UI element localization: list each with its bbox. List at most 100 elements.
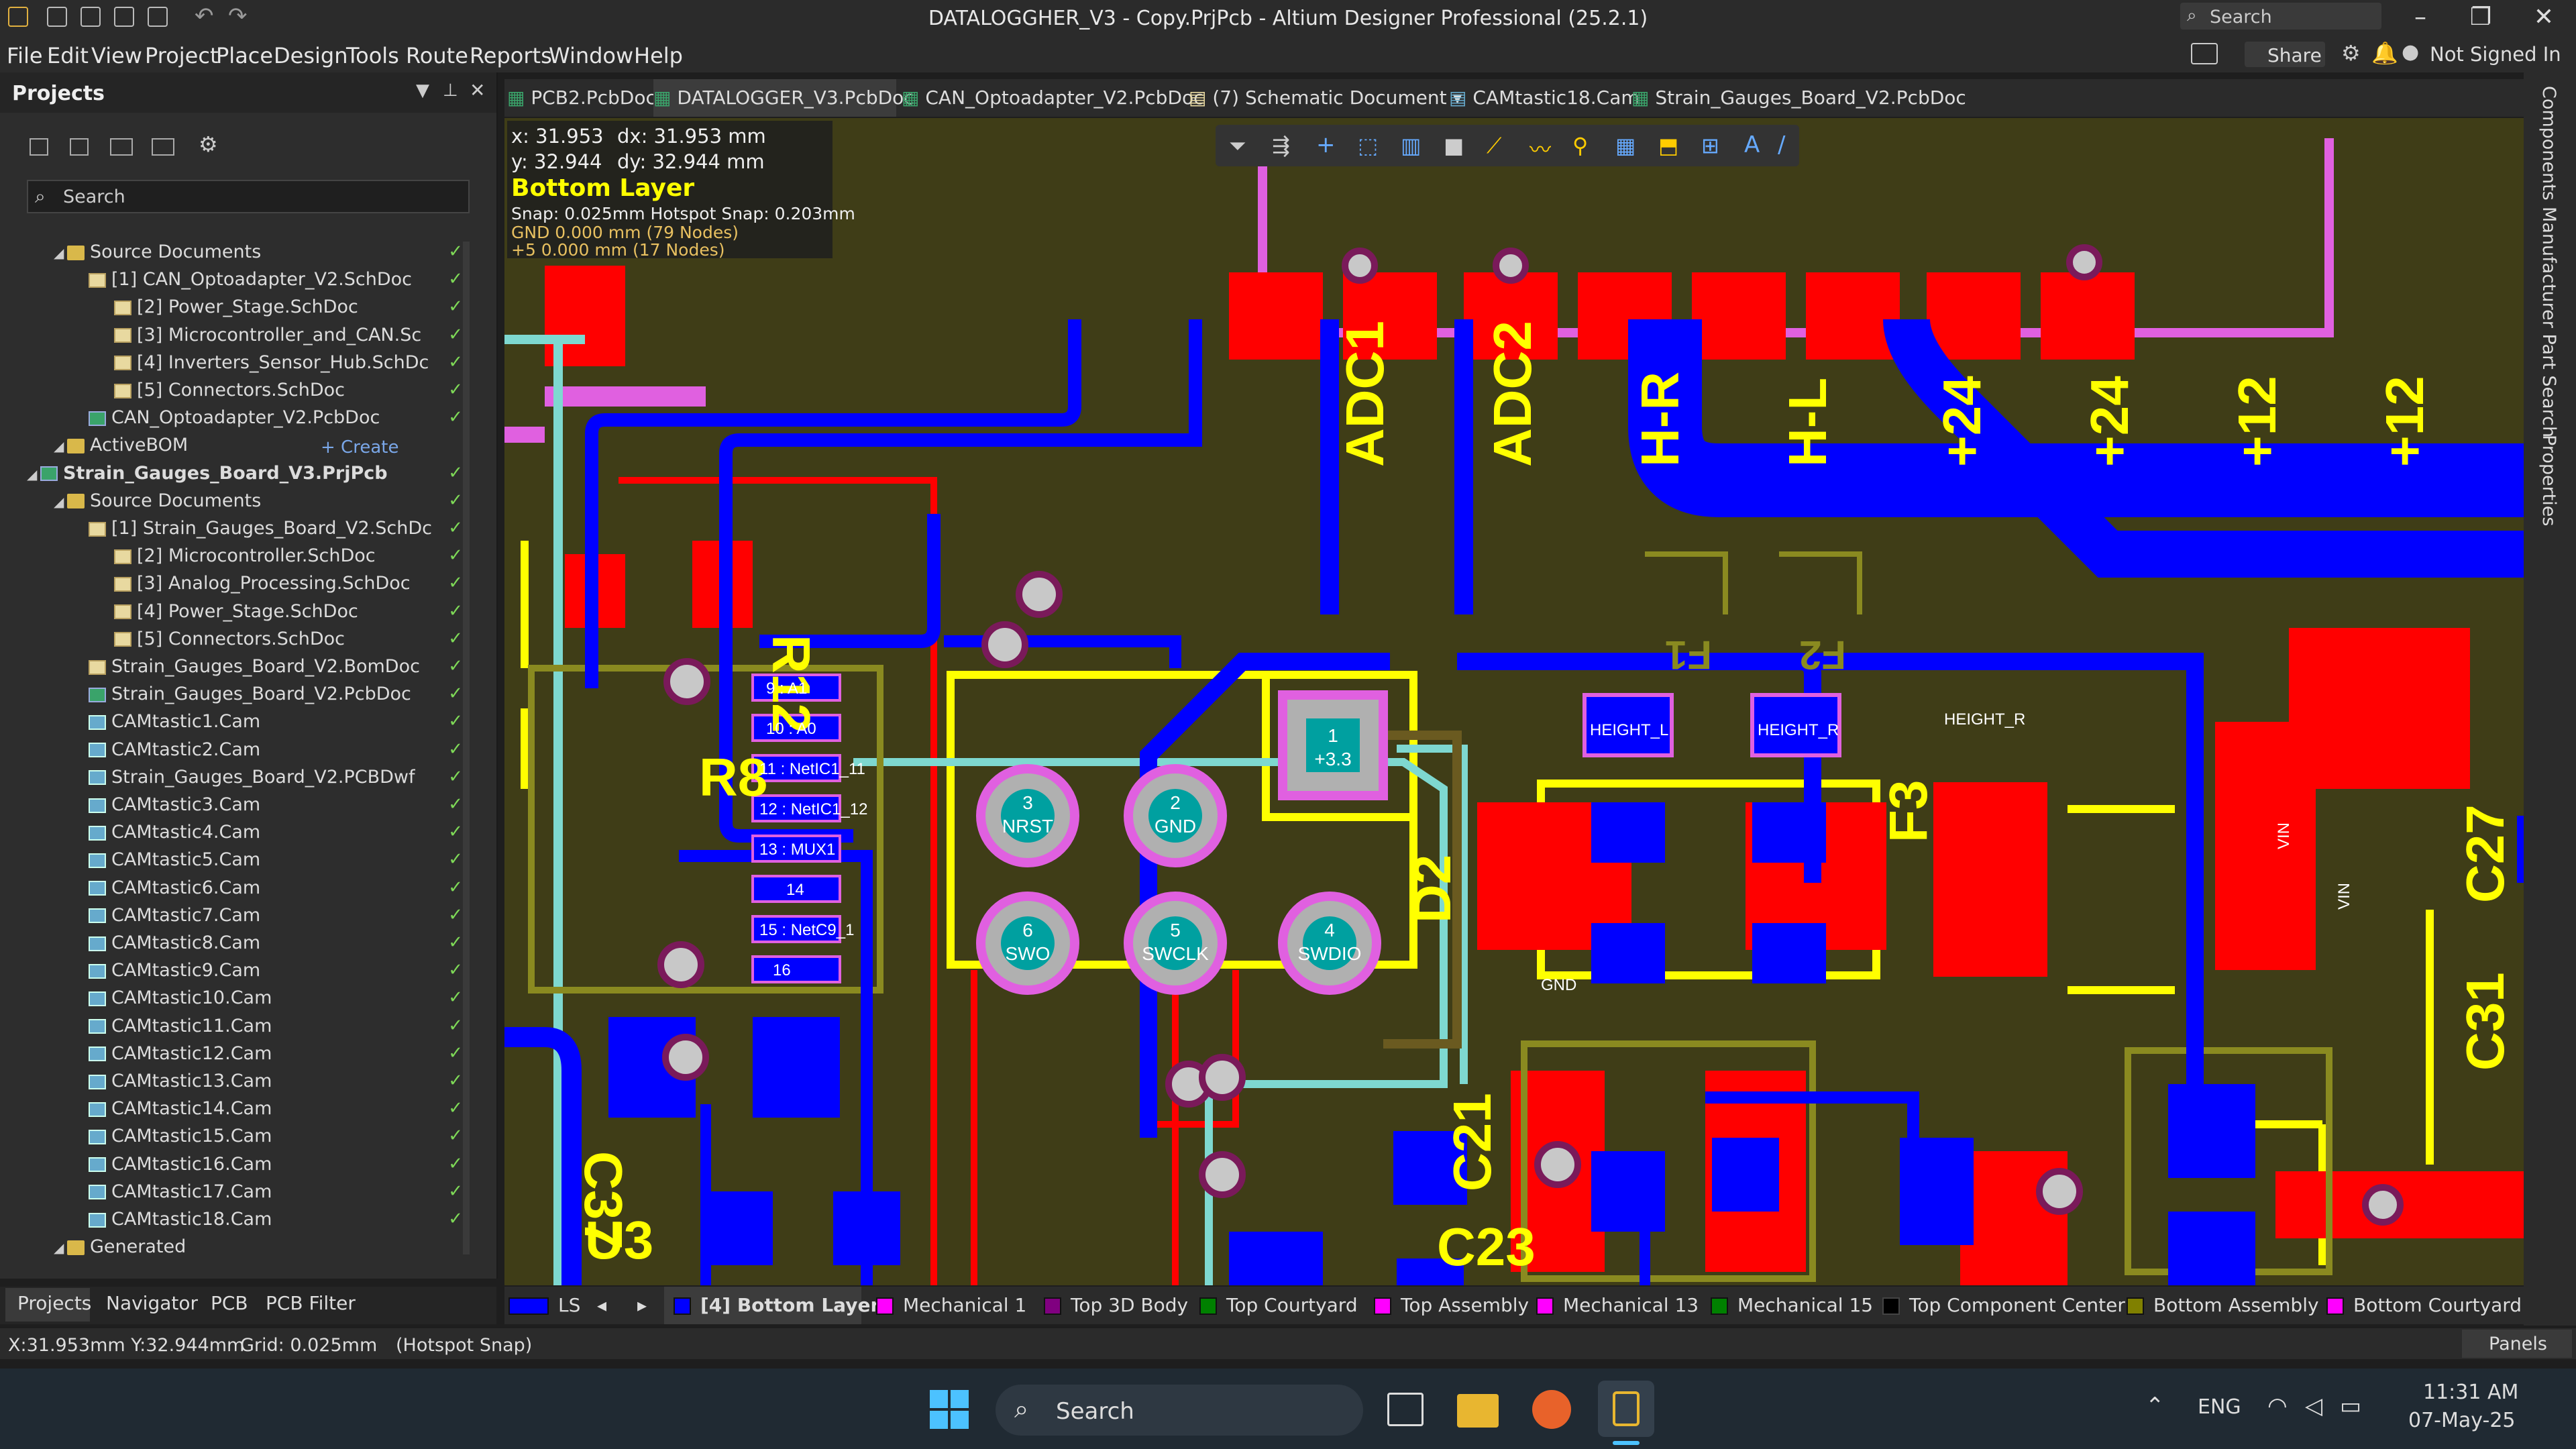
route-icon[interactable]: ⇶ (1272, 133, 1290, 158)
layer-tab-top3dbody[interactable]: Top 3D Body (1044, 1287, 1188, 1324)
tree-item[interactable]: CAMtastic6.Cam ✓ (75, 877, 463, 904)
tab-pcb-filter[interactable]: PCB Filter (266, 1292, 356, 1314)
tree-item[interactable]: CAMtastic2.Cam ✓ (75, 739, 463, 766)
doc-tab-strain-gauges[interactable]: ▦ Strain_Gauges_Board_V2.PcbDoc (1631, 79, 1966, 117)
maximize-button[interactable]: ❐ (2449, 0, 2513, 38)
minimize-button[interactable]: – (2388, 0, 2453, 38)
language-indicator[interactable]: ENG (2198, 1395, 2241, 1419)
tab-navigator[interactable]: Navigator (106, 1292, 198, 1314)
menu-file[interactable]: File (7, 43, 43, 68)
interactive-route-icon[interactable]: ⟋ (1487, 133, 1501, 159)
volume-icon[interactable]: ◁ (2305, 1393, 2322, 1419)
menu-route[interactable]: Route (406, 43, 468, 68)
save-all-icon[interactable] (80, 7, 101, 27)
create-bom-link[interactable]: + Create (321, 437, 398, 458)
tab-projects[interactable]: Projects (17, 1292, 91, 1314)
tree-item[interactable]: Strain_Gauges_Board_V2.PcbDoc ✓ (75, 684, 463, 710)
chart-icon[interactable]: ▥ (1401, 133, 1421, 158)
component-icon[interactable]: ▦ (1615, 133, 1635, 158)
via-icon[interactable]: ⚲ (1572, 133, 1588, 158)
tree-item[interactable]: CAMtastic15.Cam ✓ (75, 1126, 463, 1152)
wifi-icon[interactable]: ◠ (2267, 1393, 2288, 1419)
line-icon[interactable]: / (1778, 131, 1785, 158)
tree-item[interactable]: Strain_Gauges_Board_V2.PCBDwf ✓ (75, 767, 463, 794)
projects-search-input[interactable]: ⌕ Search (27, 180, 470, 213)
tree-item[interactable]: ◢ Strain_Gauges_Board_V3.PrjPcb ✓ (27, 463, 463, 490)
layer-tab-mechanical13[interactable]: Mechanical 13 (1536, 1287, 1699, 1324)
doc-tab-pcb2[interactable]: ▦ PCB2.PcbDoc (507, 79, 656, 117)
user-label[interactable]: Not Signed In (2430, 43, 2561, 66)
save-project-icon[interactable] (30, 138, 48, 156)
windows-start-icon[interactable] (930, 1390, 969, 1429)
fill-icon[interactable]: ■ (1444, 133, 1464, 158)
polygon-icon[interactable]: ⬒ (1658, 133, 1678, 158)
menu-design[interactable]: Design (274, 43, 347, 68)
close-panel-icon[interactable]: ✕ (470, 79, 485, 101)
expand-chevron-icon[interactable]: ◢ (27, 466, 40, 482)
doc-tab-schematic[interactable]: ▤ (7) Schematic Document ▾ (1189, 79, 1462, 117)
doc-tab-can-optoadapter[interactable]: ▦ CAN_Optoadapter_V2.PcbDoc (902, 79, 1204, 117)
bell-icon[interactable]: 🔔 (2371, 40, 2398, 66)
tree-item[interactable]: [4] Inverters_Sensor_Hub.SchDc ✓ (101, 352, 463, 379)
tree-item[interactable]: [1] CAN_Optoadapter_V2.SchDoc ✓ (75, 269, 463, 296)
tree-item[interactable]: CAMtastic13.Cam ✓ (75, 1071, 463, 1097)
tree-item[interactable]: CAMtastic9.Cam ✓ (75, 960, 463, 987)
menu-edit[interactable]: Edit (47, 43, 89, 68)
layer-prev-arrow[interactable]: ◂ (597, 1287, 606, 1324)
new-document-icon[interactable] (114, 7, 134, 27)
text-icon[interactable]: A (1744, 131, 1760, 158)
folder-icon[interactable] (156, 7, 176, 27)
menu-help[interactable]: Help (634, 43, 683, 68)
panels-button[interactable]: Panels (2462, 1330, 2572, 1358)
firefox-icon[interactable] (1532, 1390, 1571, 1429)
tree-item[interactable]: [5] Connectors.SchDoc ✓ (101, 380, 463, 407)
tree-item[interactable]: [5] Connectors.SchDoc ✓ (101, 629, 463, 655)
layer-tab-topcomponentcenter[interactable]: Top Component Center (1882, 1287, 2125, 1324)
tree-item[interactable]: CAMtastic1.Cam ✓ (75, 711, 463, 738)
tree-item[interactable]: [1] Strain_Gauges_Board_V2.SchDc ✓ (75, 518, 463, 545)
project-history-icon[interactable] (152, 138, 174, 156)
doc-tab-camtastic18[interactable]: ▤ CAMtastic18.Cam (1449, 79, 1640, 117)
folder-settings-icon[interactable] (110, 138, 133, 156)
layer-tab-mechanical15[interactable]: Mechanical 15 (1711, 1287, 1873, 1324)
tree-scrollbar[interactable] (463, 241, 470, 1254)
tree-item[interactable]: ◢ ActiveBOM (54, 435, 463, 462)
menu-view[interactable]: View (91, 43, 142, 68)
battery-icon[interactable]: ▭ (2340, 1393, 2361, 1419)
tree-item[interactable]: ◢ Source Documents ✓ (54, 490, 463, 517)
clock-date[interactable]: 07-May-25 (2408, 1409, 2516, 1432)
pcb-drawing[interactable]: ADC1 ADC2 H-R H-L +24 +24 +12 +12 R12 R8… (504, 118, 2524, 1285)
open-project-icon[interactable] (70, 138, 89, 156)
select-icon[interactable]: ⬚ (1358, 133, 1378, 158)
layer-tab-bottomcourtyard[interactable]: Bottom Courtyard (2326, 1287, 2522, 1324)
tree-item[interactable]: [3] Microcontroller_and_CAN.Sc ✓ (101, 325, 463, 352)
tree-item[interactable]: ◢ Source Documents ✓ (54, 241, 463, 268)
menu-tools[interactable]: Tools (346, 43, 399, 68)
tree-item[interactable]: [2] Microcontroller.SchDoc ✓ (101, 545, 463, 572)
tree-item[interactable]: CAMtastic12.Cam ✓ (75, 1043, 463, 1070)
undo-icon[interactable]: ↶ (195, 3, 214, 30)
tree-item[interactable]: CAMtastic4.Cam ✓ (75, 822, 463, 849)
expand-chevron-icon[interactable]: ◢ (54, 245, 67, 261)
tree-item[interactable]: CAMtastic10.Cam ✓ (75, 987, 463, 1014)
dimension-icon[interactable]: ⊞ (1701, 133, 1719, 158)
comment-icon[interactable] (2191, 43, 2218, 64)
chevron-up-icon[interactable]: ⌃ (2145, 1393, 2165, 1419)
doc-tab-datalogger[interactable]: ▦ DATALOGGER_V3.PcbDoc (653, 79, 914, 117)
filter-icon[interactable]: ⏷ (1229, 133, 1246, 159)
tab-components[interactable]: Components (2538, 86, 2559, 201)
user-icon[interactable]: ● (2402, 40, 2419, 64)
layer-tab-topcourtyard[interactable]: Top Courtyard (1199, 1287, 1358, 1324)
tree-item[interactable]: CAMtastic8.Cam ✓ (75, 932, 463, 959)
layer-tab-bottomassembly[interactable]: Bottom Assembly (2127, 1287, 2319, 1324)
tree-item[interactable]: CAMtastic17.Cam ✓ (75, 1181, 463, 1208)
tree-item[interactable]: [3] Analog_Processing.SchDoc ✓ (101, 573, 463, 600)
layer-next-arrow[interactable]: ▸ (637, 1287, 647, 1324)
close-window-button[interactable]: ✕ (2512, 0, 2576, 38)
tab-properties[interactable]: Properties (2538, 435, 2559, 526)
clock-time[interactable]: 11:31 AM (2423, 1381, 2518, 1404)
pcb-canvas[interactable]: ADC1 ADC2 H-R H-L +24 +24 +12 +12 R12 R8… (504, 118, 2524, 1285)
pin-icon[interactable]: ⊥ (443, 80, 458, 101)
tree-item[interactable]: CAMtastic3.Cam ✓ (75, 794, 463, 821)
layer-tab-topassembly[interactable]: Top Assembly (1374, 1287, 1529, 1324)
